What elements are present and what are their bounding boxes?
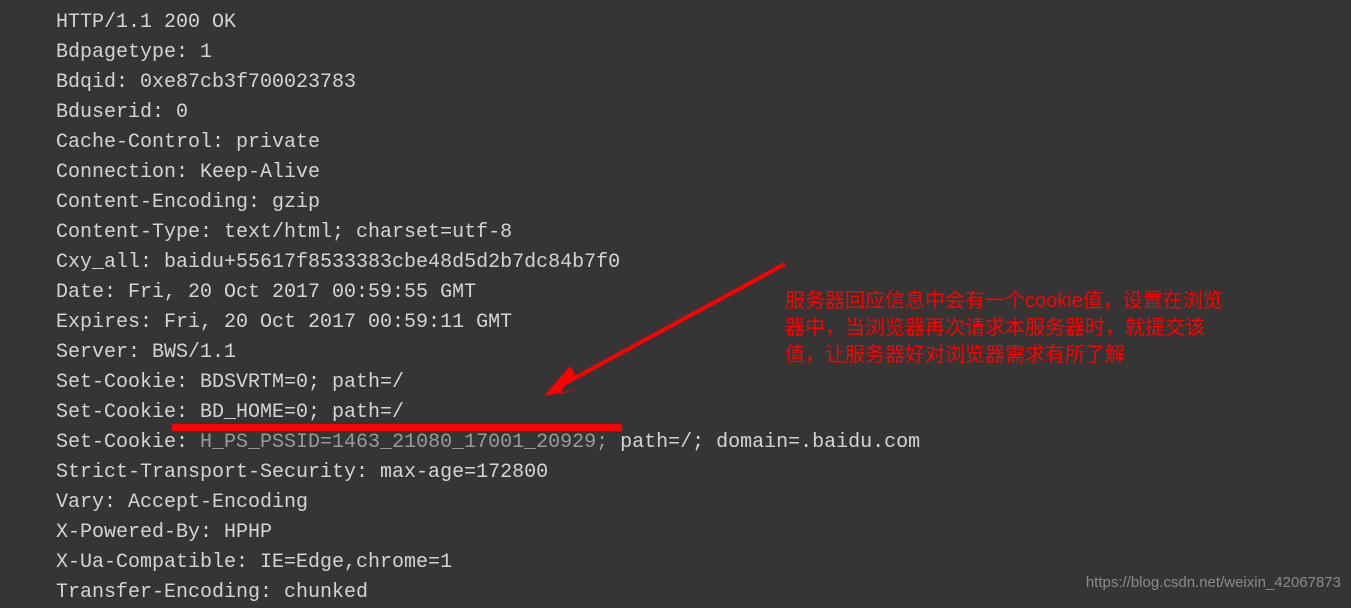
header-x-powered-by: X-Powered-By: HPHP [56,518,1351,548]
http-status-line: HTTP/1.1 200 OK [56,8,1351,38]
header-bdqid: Bdqid: 0xe87cb3f700023783 [56,68,1351,98]
header-bduserid: Bduserid: 0 [56,98,1351,128]
set-cookie-3-suffix: path=/; domain=.baidu.com [608,431,920,454]
header-content-encoding: Content-Encoding: gzip [56,188,1351,218]
annotation-text: 服务器回应信息中会有一个cookie值，设置在浏览 器中，当浏览器再次请求本服务… [785,288,1223,369]
watermark: https://blog.csdn.net/weixin_42067873 [1086,574,1341,591]
header-set-cookie-3: Set-Cookie: H_PS_PSSID=1463_21080_17001_… [56,428,1351,458]
header-bdpagetype: Bdpagetype: 1 [56,38,1351,68]
header-cache-control: Cache-Control: private [56,128,1351,158]
header-connection: Connection: Keep-Alive [56,158,1351,188]
annotation-line-2: 器中，当浏览器再次请求本服务器时，就提交该 [785,315,1223,342]
header-content-type: Content-Type: text/html; charset=utf-8 [56,218,1351,248]
set-cookie-3-highlighted: H_PS_PSSID=1463_21080_17001_20929; [200,431,608,454]
highlight-underline [172,424,622,431]
annotation-line-3: 值，让服务器好对浏览器需求有所了解 [785,342,1223,369]
header-vary: Vary: Accept-Encoding [56,488,1351,518]
annotation-line-1: 服务器回应信息中会有一个cookie值，设置在浏览 [785,288,1223,315]
set-cookie-3-prefix: Set-Cookie: [56,431,200,454]
annotation-arrow [540,256,790,406]
header-strict-transport: Strict-Transport-Security: max-age=17280… [56,458,1351,488]
